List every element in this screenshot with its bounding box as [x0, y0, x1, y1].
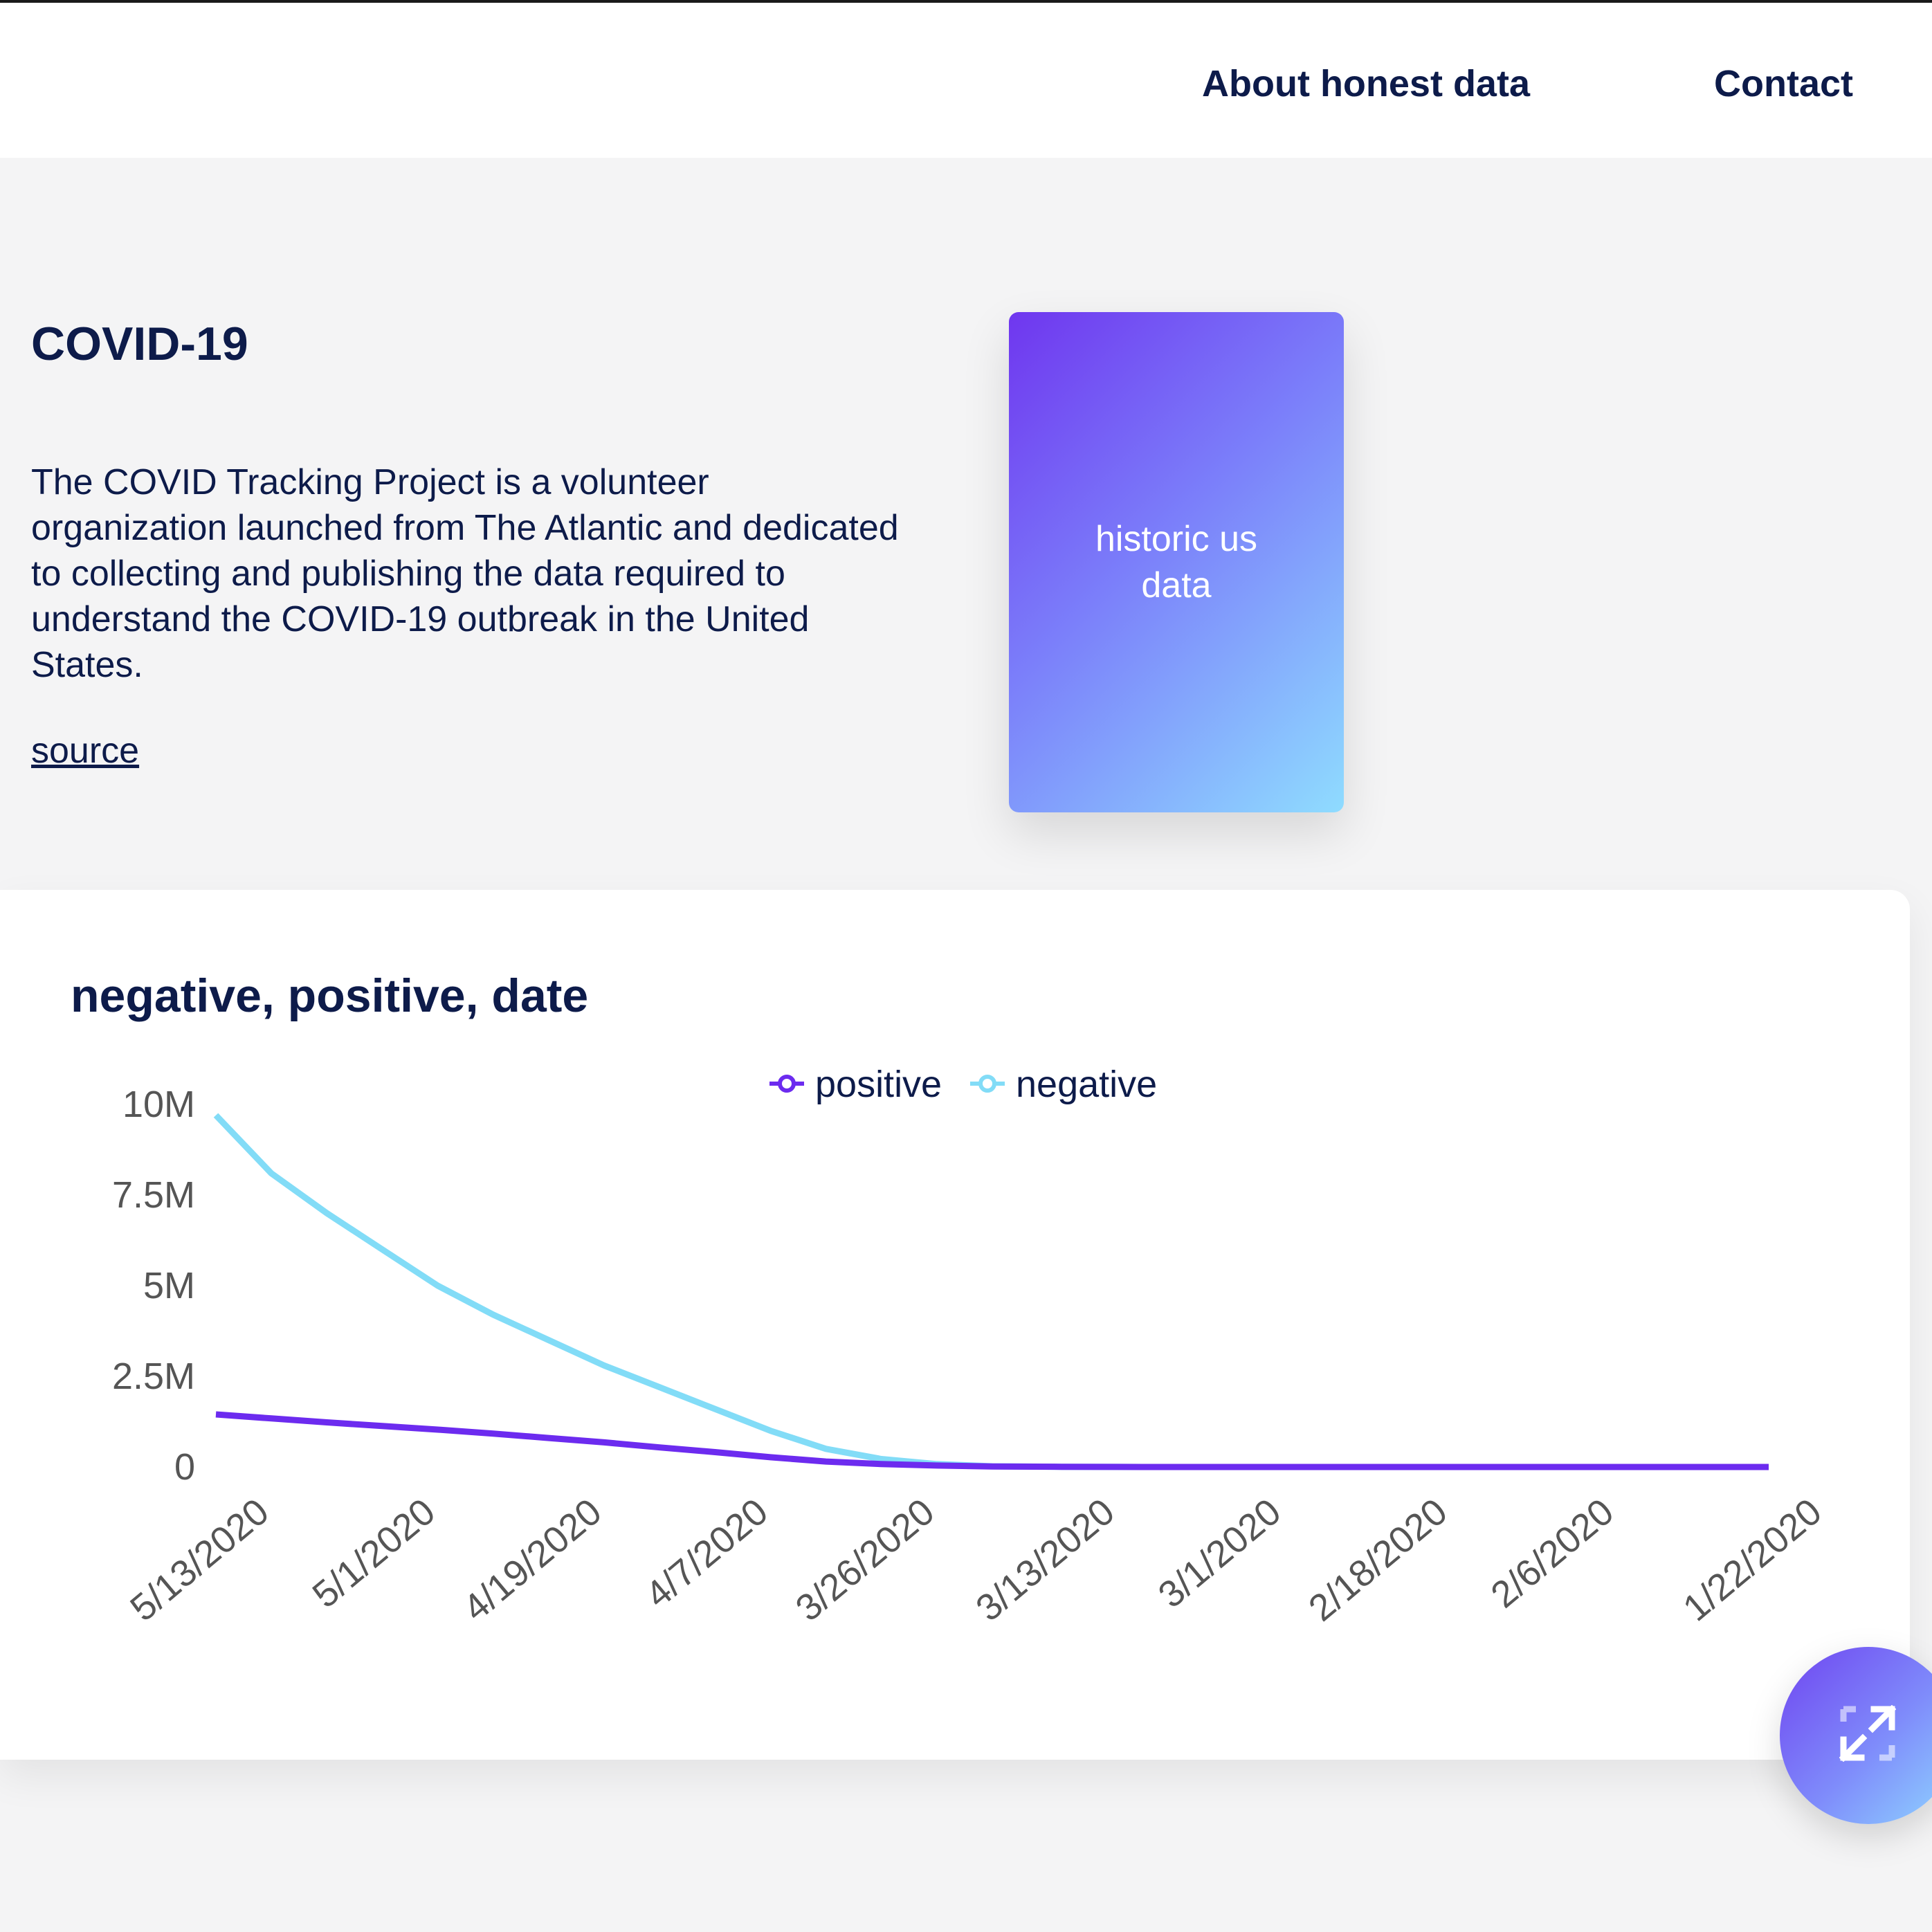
dataset-card-label: historic us data [1095, 518, 1258, 605]
x-tick-label: 4/7/2020 [637, 1491, 776, 1616]
y-tick-label: 10M [122, 1084, 195, 1125]
x-tick-label: 3/13/2020 [968, 1491, 1122, 1629]
x-tick-label: 2/6/2020 [1484, 1491, 1622, 1616]
x-tick-label: 1/22/2020 [1675, 1491, 1830, 1629]
legend-swatch-marker [978, 1075, 996, 1093]
x-tick-label: 3/1/2020 [1151, 1491, 1289, 1616]
x-tick-label: 2/18/2020 [1301, 1491, 1455, 1629]
y-tick-label: 7.5M [112, 1174, 195, 1216]
legend-swatch-marker [778, 1075, 796, 1093]
line-chart: 10M 7.5M 5M 2.5M 05/13/2020 5/1/2020 4/19/2020… [112, 1064, 1830, 1630]
x-tick-label: 3/26/2020 [788, 1491, 942, 1629]
site-header: About honest data Contact [0, 3, 1932, 158]
y-tick-label: 5M [143, 1265, 195, 1306]
page-title: COVID-19 [31, 318, 248, 370]
expand-icon [1839, 1705, 1896, 1762]
x-tick-label: 5/1/2020 [305, 1491, 444, 1616]
legend-label: positive [815, 1064, 942, 1105]
dataset-description: The COVID Tracking Project is a voluntee… [31, 462, 899, 685]
y-tick-label: 0 [174, 1446, 195, 1488]
nav-link-contact[interactable]: Contact [1714, 62, 1853, 105]
legend-label: negative [1016, 1064, 1157, 1105]
y-tick-label: 2.5M [112, 1356, 195, 1397]
x-tick-label: 5/13/2020 [122, 1491, 277, 1629]
nav-link-about[interactable]: About honest data [1202, 62, 1530, 105]
source-link[interactable]: source [31, 730, 139, 772]
series-line-negative [213, 1113, 1228, 1470]
dataset-card[interactable]: historic us data [1009, 312, 1344, 812]
x-tick-label: 4/19/2020 [455, 1491, 610, 1629]
series-line-positive [215, 1411, 1769, 1470]
